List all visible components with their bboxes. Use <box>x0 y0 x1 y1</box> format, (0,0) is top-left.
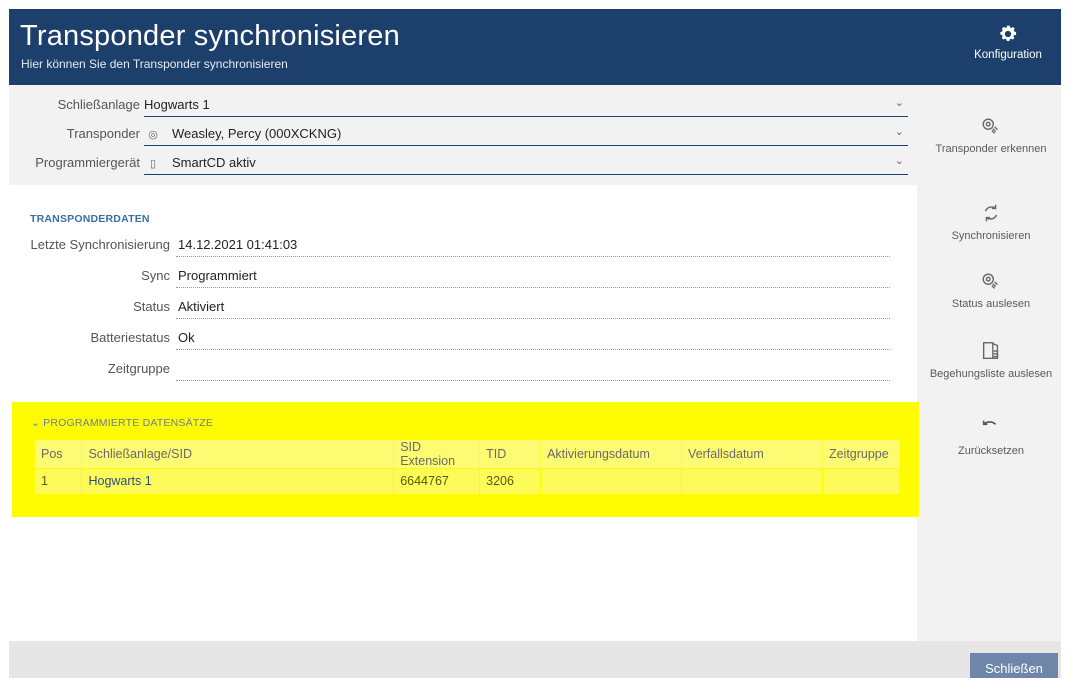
batteriestatus-label: Batteriestatus <box>90 330 171 345</box>
chevron-down-icon: ⌄ <box>31 417 40 429</box>
chevron-down-icon: ⌄ <box>894 155 904 167</box>
programmierte-datensaetze-toggle[interactable]: ⌄ PROGRAMMIERTE DATENSÄTZE <box>31 417 213 429</box>
table-header-row: Pos Schließanlage/SID SID Extension TID … <box>35 440 901 469</box>
dialog-window: Transponder synchronisieren Hier können … <box>9 9 1061 678</box>
batteriestatus-value: Ok <box>176 326 890 350</box>
device-icon: ▯ <box>149 158 157 170</box>
data-row: Status Aktiviert <box>9 295 917 321</box>
table-cell <box>681 468 823 494</box>
zuruecksetzen-button[interactable]: Zurücksetzen <box>921 417 1061 457</box>
schliessanlage-row: Schließanlage Hogwarts 1 ⌄ <box>9 93 917 117</box>
column-header[interactable]: Aktivierungsdatum <box>540 440 683 469</box>
column-header[interactable]: TID <box>479 440 542 469</box>
letzte-synchronisierung-label: Letzte Synchronisierung <box>30 237 170 252</box>
table-cell: 6644767 <box>393 468 481 494</box>
transponderdaten-section-title: TRANSPONDERDATEN <box>30 213 150 225</box>
transponder-icon: ◎ <box>148 129 158 141</box>
status-auslesen-button[interactable]: Status auslesen <box>921 270 1061 310</box>
datensaetze-table: Pos Schließanlage/SID SID Extension TID … <box>35 440 901 494</box>
data-row: Batteriestatus Ok <box>9 326 917 352</box>
table-row[interactable]: 1 Hogwarts 1 6644767 3206 <box>35 468 901 494</box>
programmiergeraet-label: Programmiergerät <box>35 155 140 170</box>
chevron-down-icon: ⌄ <box>894 126 904 138</box>
door-list-icon <box>982 342 999 360</box>
status-value: Aktiviert <box>176 295 890 319</box>
selection-form: Schließanlage Hogwarts 1 ⌄ Transponder ◎… <box>9 85 917 184</box>
table-cell <box>540 468 683 494</box>
chevron-down-icon: ⌄ <box>894 97 904 109</box>
data-row: Zeitgruppe <box>9 357 917 383</box>
page-title: Transponder synchronisieren <box>20 20 400 52</box>
synchronisieren-label: Synchronisieren <box>951 230 1031 242</box>
transponder-scan-icon <box>982 273 998 289</box>
column-header[interactable]: SID Extension <box>393 440 481 469</box>
transponder-dropdown[interactable]: ◎ Weasley, Percy (000XCKNG) ⌄ <box>144 122 908 146</box>
table-cell <box>822 468 901 494</box>
sync-value: Programmiert <box>176 264 890 288</box>
synchronisieren-button[interactable]: Synchronisieren <box>921 202 1061 242</box>
footer-bar: Schließen <box>9 641 1061 678</box>
page-subtitle: Hier können Sie den Transponder synchron… <box>21 57 288 71</box>
zeitgruppe-label: Zeitgruppe <box>107 361 170 376</box>
column-header[interactable]: Schließanlage/SID <box>81 440 395 469</box>
table-cell: 3206 <box>479 468 542 494</box>
programmiergeraet-row: Programmiergerät ▯ SmartCD aktiv ⌄ <box>9 151 917 175</box>
table-cell: 1 <box>35 468 83 494</box>
gear-icon <box>1000 25 1017 41</box>
status-auslesen-label: Status auslesen <box>951 298 1031 310</box>
header-bar: Transponder synchronisieren Hier können … <box>9 9 1061 85</box>
column-header[interactable]: Pos <box>35 440 83 469</box>
configuration-label: Konfiguration <box>974 49 1042 61</box>
column-header[interactable]: Verfallsdatum <box>681 440 823 469</box>
table-cell: Hogwarts 1 <box>81 468 395 494</box>
begehungsliste-auslesen-label: Begehungsliste auslesen <box>929 368 1053 380</box>
transponder-erkennen-button[interactable]: Transponder erkennen <box>921 115 1061 155</box>
zeitgruppe-value <box>176 357 890 381</box>
configuration-button[interactable]: Konfiguration <box>955 9 1061 85</box>
schliessanlage-value: Hogwarts 1 <box>144 97 210 112</box>
letzte-synchronisierung-value: 14.12.2021 01:41:03 <box>176 233 890 257</box>
sync-label: Sync <box>141 268 170 283</box>
transponder-erkennen-label: Transponder erkennen <box>935 143 1047 155</box>
status-label: Status <box>133 299 170 314</box>
transponder-label: Transponder <box>66 126 140 141</box>
programmiergeraet-dropdown[interactable]: ▯ SmartCD aktiv ⌄ <box>144 151 908 175</box>
column-header[interactable]: Zeitgruppe <box>822 440 901 469</box>
schliessanlage-dropdown[interactable]: Hogwarts 1 ⌄ <box>144 93 908 117</box>
data-row: Letzte Synchronisierung 14.12.2021 01:41… <box>9 233 917 259</box>
transponder-scan-icon <box>982 118 998 134</box>
programmierte-datensaetze-section: ⌄ PROGRAMMIERTE DATENSÄTZE Pos Schließan… <box>12 402 919 517</box>
begehungsliste-auslesen-button[interactable]: Begehungsliste auslesen <box>921 340 1061 380</box>
sync-icon <box>984 204 998 222</box>
close-button[interactable]: Schließen <box>970 653 1058 678</box>
programmiergeraet-value: SmartCD aktiv <box>172 155 256 170</box>
schliessanlage-label: Schließanlage <box>57 97 140 112</box>
transponder-row: Transponder ◎ Weasley, Percy (000XCKNG) ⌄ <box>9 122 917 146</box>
zuruecksetzen-label: Zurücksetzen <box>957 445 1025 457</box>
undo-icon <box>982 420 997 426</box>
data-row: Sync Programmiert <box>9 264 917 290</box>
programmierte-datensaetze-title: PROGRAMMIERTE DATENSÄTZE <box>43 417 214 429</box>
transponder-value: Weasley, Percy (000XCKNG) <box>172 126 342 141</box>
